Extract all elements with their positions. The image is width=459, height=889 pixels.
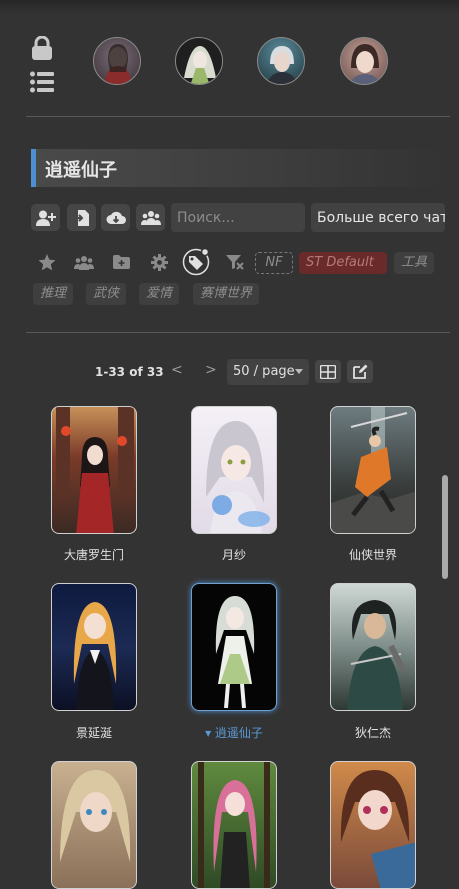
download-icon <box>106 211 126 224</box>
clear-filter-button[interactable] <box>224 251 246 273</box>
character-card-selected[interactable] <box>191 583 277 711</box>
tag-cyber-world[interactable]: 赛博世界 <box>193 283 260 305</box>
character-card[interactable] <box>51 406 137 534</box>
users-icon <box>74 255 94 270</box>
top-shade <box>0 0 459 14</box>
pagination-range: 1-33 of 33 <box>95 365 164 379</box>
character-card[interactable] <box>330 761 416 889</box>
avatar[interactable] <box>257 37 305 85</box>
tag-romance[interactable]: 爱情 <box>139 283 180 305</box>
character-card[interactable] <box>51 583 137 711</box>
character-name: 狄仁杰 <box>354 726 391 740</box>
avatar[interactable] <box>93 37 141 85</box>
character-title-bar: 逍遥仙子 <box>31 149 445 187</box>
import-url-button[interactable] <box>101 204 130 231</box>
list-icon[interactable] <box>30 71 54 93</box>
selected-marker: ▾ <box>205 726 212 740</box>
bulk-edit-button[interactable] <box>347 360 373 383</box>
avatar[interactable] <box>340 37 388 85</box>
character-name: 景延涎 <box>75 726 112 740</box>
character-card[interactable] <box>330 406 416 534</box>
tags-toggle[interactable] <box>182 248 210 276</box>
star-icon <box>38 253 56 270</box>
tag-tools[interactable]: 工具 <box>394 252 435 274</box>
character-card[interactable] <box>191 406 277 534</box>
title-accent <box>31 149 36 187</box>
sort-select[interactable]: Больше всего чатов <box>311 203 445 232</box>
settings-filter[interactable] <box>148 251 170 273</box>
tag-st-default[interactable]: ST Default <box>299 252 387 274</box>
chevron-down-icon <box>295 369 303 374</box>
grid-icon <box>320 364 336 379</box>
search-input[interactable]: Поиск... <box>171 203 305 232</box>
folder-icon <box>112 255 130 269</box>
character-name: 月纱 <box>221 548 246 562</box>
favorites-filter[interactable] <box>36 251 58 273</box>
create-character-button[interactable] <box>31 204 60 231</box>
page-size-value: 50 / page <box>233 364 295 379</box>
character-card[interactable] <box>51 761 137 889</box>
character-card[interactable] <box>330 583 416 711</box>
import-file-button[interactable] <box>67 204 96 231</box>
lock-icon[interactable] <box>31 36 53 60</box>
add-user-icon <box>35 210 56 226</box>
filter-off-icon <box>226 255 244 270</box>
create-group-button[interactable] <box>136 204 165 231</box>
grid-view-button[interactable] <box>315 360 341 383</box>
folder-filter[interactable] <box>110 251 132 273</box>
edit-icon <box>352 364 367 379</box>
tag-wuxia[interactable]: 武侠 <box>86 283 127 305</box>
character-name: 逍遥仙子 <box>214 726 263 740</box>
character-card[interactable] <box>191 761 277 889</box>
avatar[interactable] <box>175 37 223 85</box>
divider <box>26 332 450 333</box>
page-title: 逍遥仙子 <box>45 160 117 181</box>
character-name: 仙侠世界 <box>348 548 397 562</box>
groups-filter[interactable] <box>73 251 95 273</box>
divider <box>26 116 450 117</box>
tag-reasoning[interactable]: 推理 <box>33 283 74 305</box>
character-name-selected: ▾ 逍遥仙子 <box>179 724 289 741</box>
tag-nf[interactable]: NF <box>255 252 293 274</box>
page-size-select[interactable]: 50 / page <box>227 359 309 385</box>
next-page-button[interactable]: > <box>205 362 217 378</box>
group-icon <box>140 210 161 225</box>
scrollbar-thumb[interactable] <box>442 475 448 579</box>
prev-page-button[interactable]: < <box>171 362 183 378</box>
gear-icon <box>150 253 168 271</box>
tags-icon <box>182 248 210 276</box>
character-name: 大唐罗生门 <box>63 548 124 562</box>
import-icon <box>73 209 89 226</box>
